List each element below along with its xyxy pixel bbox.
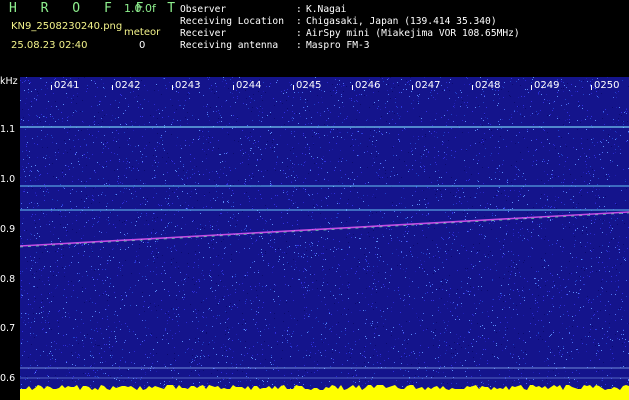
- file-name: KN9_2508230240.png: [11, 21, 123, 32]
- signal-trace: [20, 211, 629, 247]
- receiver-label: Receiver: [180, 28, 227, 39]
- noise-speckle: [21, 77, 629, 400]
- time-tick-label: 0241: [54, 80, 80, 91]
- time-tick-mark: [412, 85, 413, 90]
- observer-colon: :: [296, 4, 302, 15]
- antenna-label: Receiving antenna: [180, 40, 279, 51]
- location-row: Receiving Location : Chigasaki, Japan (1…: [180, 16, 620, 28]
- time-tick-label: 0250: [594, 80, 620, 91]
- noise-speckle: [21, 77, 629, 400]
- meteor-count-label: meteor: [124, 27, 161, 38]
- time-tick-mark: [112, 85, 113, 90]
- location-label: Receiving Location: [180, 16, 284, 27]
- y-tick-label: 0.7: [0, 323, 16, 334]
- time-tick-mark: [472, 85, 473, 90]
- meteor-count-value: 0: [139, 40, 146, 51]
- time-tick-mark: [51, 85, 52, 90]
- receiver-colon: :: [296, 28, 302, 39]
- header-panel: H R O F F T 1.0.0f KN9_2508230240.png me…: [0, 0, 629, 75]
- time-tick-mark: [233, 85, 234, 90]
- y-tick-label: 1.0: [0, 174, 16, 185]
- time-tick-mark: [352, 85, 353, 90]
- noise-speckle: [20, 77, 629, 400]
- observer-value: K.Nagai: [306, 4, 347, 15]
- time-tick-label: 0249: [534, 80, 560, 91]
- observer-label: Observer: [180, 4, 227, 15]
- time-tick-mark: [591, 85, 592, 90]
- app-version: 1.0.0f: [124, 2, 156, 15]
- time-tick-label: 0242: [115, 80, 141, 91]
- time-tick-label: 0247: [415, 80, 441, 91]
- y-tick-label: 1.1: [0, 124, 16, 135]
- noise-floor: [20, 385, 629, 400]
- time-tick-mark: [172, 85, 173, 90]
- signal-trace-highlight: [20, 212, 629, 248]
- y-tick-label: 0.6: [0, 373, 16, 384]
- time-tick-label: 0246: [355, 80, 381, 91]
- observer-row: Observer : K.Nagai: [180, 4, 620, 16]
- receiver-row: Receiver : AirSpy mini (Miakejima VOR 10…: [180, 28, 620, 40]
- location-colon: :: [296, 16, 302, 27]
- noise-speckle: [20, 77, 628, 400]
- time-tick-mark: [293, 85, 294, 90]
- time-tick-label: 0248: [475, 80, 501, 91]
- antenna-value: Maspro FM-3: [306, 40, 370, 51]
- y-tick-label: 0.8: [0, 274, 16, 285]
- spectrogram-plot: [20, 77, 629, 400]
- time-tick-label: 0244: [236, 80, 262, 91]
- y-axis-unit: kHz: [0, 76, 18, 87]
- antenna-colon: :: [296, 40, 302, 51]
- location-value: Chigasaki, Japan (139.414 35.340): [306, 16, 497, 27]
- app-title: H R O F F T: [9, 1, 184, 16]
- antenna-row: Receiving antenna : Maspro FM-3: [180, 40, 620, 52]
- time-tick-mark: [531, 85, 532, 90]
- receiver-value: AirSpy mini (Miakejima VOR 108.65MHz): [306, 28, 520, 39]
- y-tick-label: 0.9: [0, 224, 16, 235]
- time-tick-label: 0243: [175, 80, 201, 91]
- time-tick-label: 0245: [296, 80, 322, 91]
- capture-datetime: 25.08.23 02:40: [11, 40, 88, 51]
- spectrogram-canvas: [20, 77, 629, 400]
